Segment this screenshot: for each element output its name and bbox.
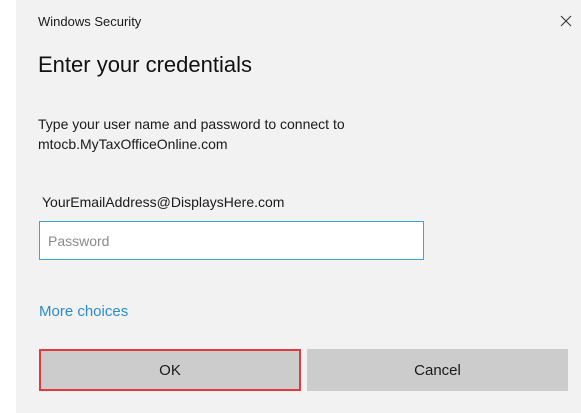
credentials-dialog: Windows Security Enter your credentials … [16, 0, 581, 413]
app-title: Windows Security [38, 14, 142, 29]
dialog-description: Type your user name and password to conn… [38, 114, 508, 154]
title-bar: Windows Security [16, 0, 581, 44]
ok-button-label: OK [159, 361, 181, 379]
cancel-button-label: Cancel [414, 361, 461, 379]
username-label: YourEmailAddress@DisplaysHere.com [42, 194, 285, 210]
cancel-button[interactable]: Cancel [307, 349, 568, 391]
ok-button[interactable]: OK [39, 349, 301, 391]
description-line-2: mtocb.MyTaxOfficeOnline.com [38, 136, 228, 152]
password-field[interactable] [39, 221, 424, 260]
dialog-heading: Enter your credentials [38, 52, 252, 77]
more-choices-link[interactable]: More choices [39, 303, 128, 320]
close-button[interactable] [553, 8, 579, 34]
description-line-1: Type your user name and password to conn… [38, 116, 345, 132]
close-icon [560, 15, 572, 27]
